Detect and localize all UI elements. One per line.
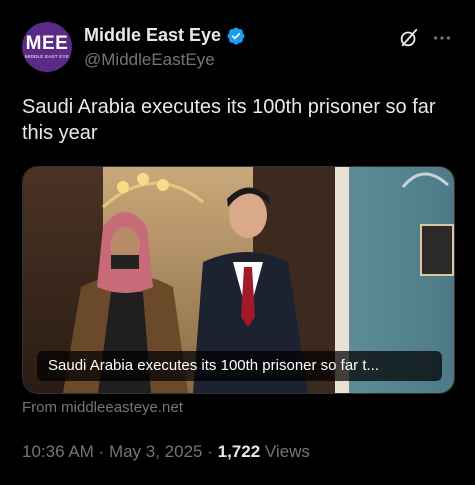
views-label: Views: [260, 442, 310, 461]
author-name-row: Middle East Eye: [84, 25, 246, 46]
tweet-date[interactable]: May 3, 2025: [109, 442, 203, 461]
grok-icon[interactable]: [398, 27, 420, 49]
avatar-logo-subtext: MIDDLE EAST EYE: [24, 54, 70, 59]
display-name[interactable]: Middle East Eye: [84, 25, 221, 46]
verified-badge-icon: [227, 26, 245, 45]
avatar[interactable]: MEE MIDDLE EAST EYE: [22, 22, 72, 72]
tweet-meta: 10:36 AM · May 3, 2025 · 1,722 Views: [22, 442, 310, 462]
tweet-text: Saudi Arabia executes its 100th prisoner…: [22, 96, 436, 144]
link-source[interactable]: From middleeasteye.net: [22, 399, 183, 416]
meta-separator: ·: [93, 442, 109, 461]
handle[interactable]: @MiddleEastEye: [84, 50, 215, 70]
more-options-icon[interactable]: [431, 27, 453, 49]
views-count: 1,722: [217, 442, 261, 461]
link-card[interactable]: Saudi Arabia executes its 100th prisoner…: [22, 166, 455, 394]
avatar-logo-text: MEE: [25, 33, 69, 54]
meta-separator: ·: [202, 442, 218, 461]
tweet-time[interactable]: 10:36 AM: [22, 442, 94, 461]
link-card-caption: Saudi Arabia executes its 100th prisoner…: [37, 351, 442, 381]
